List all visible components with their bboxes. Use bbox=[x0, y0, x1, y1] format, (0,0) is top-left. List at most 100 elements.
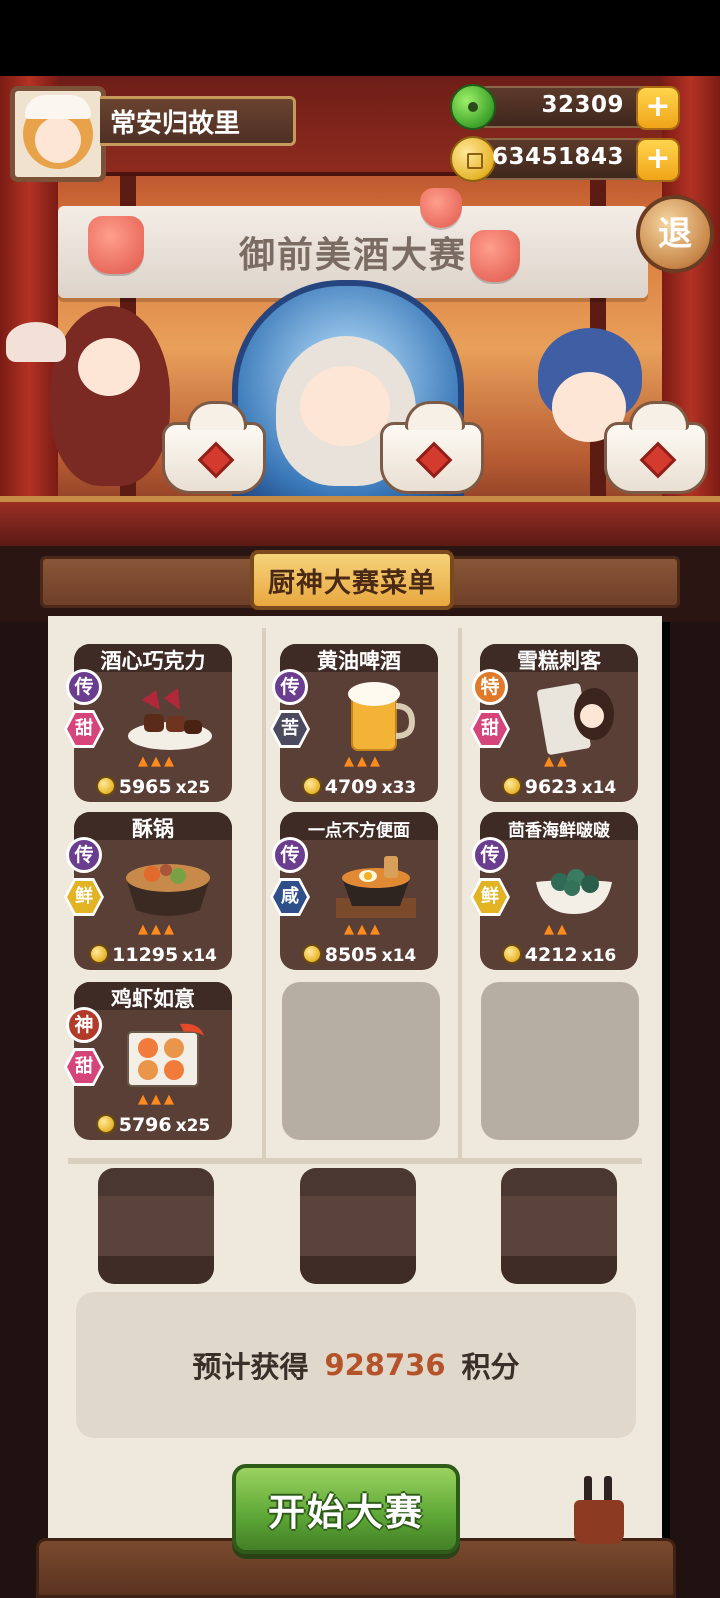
column-divider bbox=[262, 628, 266, 1158]
rank-badge: 传 bbox=[472, 837, 508, 873]
dish-quantity: x33 bbox=[381, 778, 417, 798]
cooking-pot-icon bbox=[604, 401, 708, 494]
gold-coin-icon bbox=[301, 776, 322, 796]
rank-badge: 传 bbox=[66, 669, 102, 705]
gem-counter: 32309 + bbox=[450, 84, 680, 130]
dish-name: 酥锅 bbox=[132, 817, 174, 841]
fire-icon: ▲▲ bbox=[544, 754, 570, 769]
dish-quantity: x16 bbox=[581, 946, 617, 966]
beer-icon bbox=[348, 682, 416, 751]
gem-amount: 32309 bbox=[541, 92, 624, 118]
fire-icon: ▲▲▲ bbox=[344, 922, 383, 937]
player-name: 常安归故里 bbox=[110, 108, 241, 139]
coin-counter: 63451843 + bbox=[450, 136, 680, 182]
gold-coin-icon bbox=[501, 776, 522, 796]
dish-name: 酒心巧克力 bbox=[100, 649, 206, 673]
dish-name: 雪糕刺客 bbox=[517, 649, 601, 673]
left-chef-character bbox=[50, 306, 170, 486]
player-name-plate: 常安归故里 bbox=[100, 96, 296, 146]
fire-icon: ▲▲ bbox=[544, 922, 570, 937]
flavor-label: 甜 bbox=[67, 1051, 101, 1083]
flavor-label: 苦 bbox=[273, 713, 307, 745]
lantern-icon bbox=[470, 230, 520, 282]
column-divider bbox=[458, 628, 462, 1158]
estimate-label: 预计获得 bbox=[192, 1350, 309, 1384]
estimated-score-box: 预计获得 928736 积分 bbox=[76, 1292, 636, 1438]
dish-price: 5796 bbox=[118, 1114, 172, 1136]
dish-price: 5965 bbox=[118, 776, 172, 798]
rank-badge: 传 bbox=[66, 837, 102, 873]
dish-name: 一点不方便面 bbox=[308, 821, 410, 841]
shrimp-platter-icon bbox=[127, 1023, 204, 1087]
start-contest-label: 开始大赛 bbox=[268, 1491, 424, 1534]
dish-price: 9623 bbox=[524, 776, 578, 798]
dish-quantity: x25 bbox=[175, 1116, 211, 1136]
section-divider bbox=[68, 1158, 642, 1164]
chef-slot[interactable] bbox=[98, 1168, 214, 1284]
dish-price: 11295 bbox=[112, 944, 179, 966]
dish-price: 8505 bbox=[324, 944, 378, 966]
player-avatar[interactable] bbox=[10, 86, 106, 182]
utensil-jar-icon bbox=[574, 1500, 624, 1544]
chef-slot[interactable] bbox=[300, 1168, 416, 1284]
empty-dish-slot[interactable] bbox=[282, 982, 440, 1140]
parasol-icon bbox=[6, 322, 66, 362]
lantern-icon bbox=[420, 188, 462, 228]
coin-amount: 63451843 bbox=[491, 144, 624, 170]
estimate-unit: 积分 bbox=[461, 1350, 520, 1384]
judge-face bbox=[300, 366, 390, 446]
gold-coin-icon bbox=[301, 944, 322, 964]
left-chef-face bbox=[78, 338, 140, 396]
fire-icon: ▲▲▲ bbox=[344, 754, 383, 769]
right-shadow bbox=[670, 622, 720, 1598]
gold-coin-icon bbox=[95, 776, 116, 796]
cooking-pot-icon bbox=[380, 401, 484, 494]
estimate-value: 928736 bbox=[324, 1348, 446, 1382]
cooking-pot-icon bbox=[162, 401, 266, 494]
ice-cream-icon bbox=[537, 683, 614, 755]
gold-coin-icon bbox=[89, 944, 110, 964]
rank-badge: 传 bbox=[272, 669, 308, 705]
gold-coin-icon bbox=[501, 944, 522, 964]
gold-coin-icon bbox=[450, 136, 496, 182]
flavor-label: 甜 bbox=[67, 713, 101, 745]
dish-price: 4709 bbox=[324, 776, 378, 798]
flavor-label: 鲜 bbox=[473, 881, 507, 913]
chocolate-icon bbox=[128, 688, 212, 750]
flavor-label: 咸 bbox=[273, 881, 307, 913]
start-contest-button[interactable]: 开始大赛 bbox=[232, 1464, 460, 1554]
empty-dish-slot[interactable] bbox=[481, 982, 639, 1140]
menu-title-plate: 厨神大赛菜单 bbox=[250, 550, 454, 610]
fire-icon: ▲▲▲ bbox=[138, 754, 177, 769]
dish-name: 茴香海鲜啵啵 bbox=[508, 821, 610, 841]
stew-pot-icon bbox=[126, 864, 210, 916]
dish-quantity: x25 bbox=[175, 778, 211, 798]
rank-badge: 特 bbox=[472, 669, 508, 705]
menu-title: 厨神大赛菜单 bbox=[268, 567, 436, 599]
rank-badge: 传 bbox=[272, 837, 308, 873]
exit-button[interactable]: 退 bbox=[636, 195, 714, 273]
add-coins-button[interactable]: + bbox=[636, 138, 680, 182]
rank-badge: 神 bbox=[66, 1007, 102, 1043]
banner-title: 御前美酒大赛 bbox=[238, 235, 467, 276]
dish-name: 黄油啤酒 bbox=[317, 649, 401, 673]
dish-quantity: x14 bbox=[381, 946, 417, 966]
fire-icon: ▲▲▲ bbox=[138, 1092, 177, 1107]
dish-price: 4212 bbox=[524, 944, 578, 966]
dish-quantity: x14 bbox=[182, 946, 217, 966]
flavor-label: 鲜 bbox=[67, 881, 101, 913]
dish-name: 鸡虾如意 bbox=[111, 987, 195, 1011]
status-bar bbox=[0, 0, 720, 76]
stage-floor bbox=[0, 496, 720, 546]
lantern-icon bbox=[88, 216, 144, 274]
jade-gem-icon bbox=[450, 84, 496, 130]
gold-coin-icon bbox=[95, 1114, 116, 1134]
seafood-bowl-icon bbox=[536, 869, 612, 914]
left-shadow bbox=[0, 622, 50, 1598]
noodle-bowl-icon bbox=[336, 856, 416, 918]
flavor-label: 甜 bbox=[473, 713, 507, 745]
chef-slot[interactable] bbox=[501, 1168, 617, 1284]
add-gems-button[interactable]: + bbox=[636, 86, 680, 130]
dish-quantity: x14 bbox=[581, 778, 617, 798]
fire-icon: ▲▲▲ bbox=[138, 922, 177, 937]
